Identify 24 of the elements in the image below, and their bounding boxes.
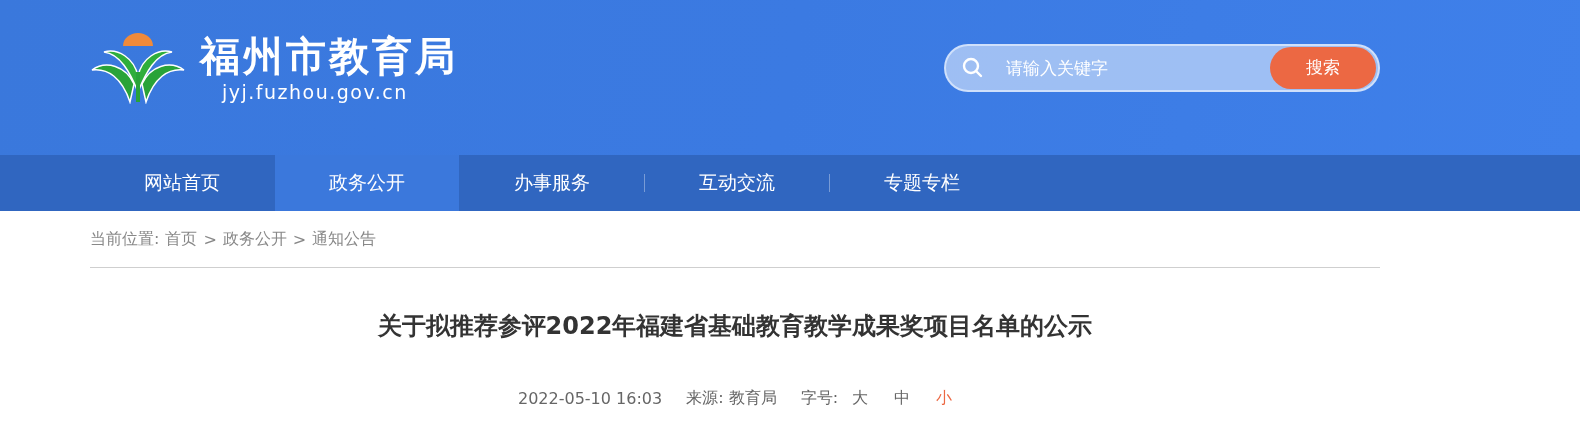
nav-tab[interactable]: 互动交流 bbox=[645, 155, 829, 211]
search-button[interactable]: 搜索 bbox=[1270, 46, 1376, 89]
nav-tab[interactable]: 办事服务 bbox=[460, 155, 644, 211]
font-size-option[interactable]: 中 bbox=[894, 388, 911, 409]
breadcrumb-label: 当前位置: bbox=[90, 228, 160, 250]
article-title: 关于拟推荐参评2022年福建省基础教育教学成果奖项目名单的公示 bbox=[376, 311, 1094, 342]
nav-tab[interactable]: 网站首页 bbox=[90, 155, 274, 211]
breadcrumb-separator: > bbox=[292, 229, 307, 249]
font-size-option[interactable]: 大 bbox=[852, 388, 869, 409]
nav-tab[interactable]: 专题专栏 bbox=[830, 155, 1014, 211]
search-icon bbox=[962, 56, 984, 79]
breadcrumb-link[interactable]: 通知公告 bbox=[312, 228, 377, 250]
breadcrumb-link[interactable]: 首页 bbox=[165, 228, 198, 250]
logo-icon bbox=[90, 31, 186, 104]
search-field[interactable]: 请输入关键字 搜索 bbox=[944, 43, 1380, 92]
publish-date: 2022-05-10 16:03 bbox=[517, 389, 663, 408]
breadcrumb-separator: > bbox=[203, 229, 217, 249]
nav-tab[interactable]: 政务公开 bbox=[275, 155, 459, 211]
font-size-option[interactable]: 小 bbox=[936, 388, 953, 409]
site-domain: jyj.fuzhou.gov.cn bbox=[222, 79, 408, 104]
article-source: 来源: 教育局 bbox=[686, 388, 777, 409]
font-size-label: 字号: bbox=[800, 388, 839, 409]
breadcrumb-link[interactable]: 政务公开 bbox=[222, 228, 287, 250]
site-name: 福州市教育局 bbox=[200, 31, 458, 80]
